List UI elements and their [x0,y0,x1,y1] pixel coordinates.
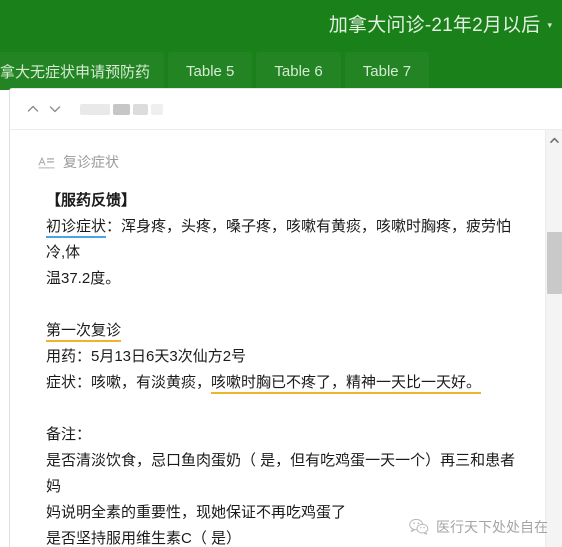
window-header: 加拿大问诊-21年2月以后 ▾ [0,0,562,46]
tab-table-5[interactable]: Table 5 [168,52,253,90]
tab-table-7[interactable]: Table 7 [344,52,430,90]
text-field-icon [38,155,55,170]
scroll-up-button[interactable] [546,130,562,150]
field-label: 复诊症状 [63,154,119,170]
record-line-prescription: 用药：5月13日6天3次仙方2号 [46,348,247,365]
tab-canada-asymptomatic[interactable]: 拿大无症状申请预防药 [0,52,165,90]
record-line-initial-symptoms: 初诊症状：浑身疼，头疼，嗓子疼，咳嗽有黄痰，咳嗽时胸疼，疲劳怕冷,体 [38,214,522,266]
record-line-followup-symptoms: 症状：咳嗽，有淡黄痰，咳嗽时胸已不疼了，精神一天比一天好。 [38,370,522,396]
followup-symptoms-prefix: 症状：咳嗽，有淡黄痰， [46,374,212,391]
redaction-block [113,103,130,115]
field-header-followup-symptoms: 复诊症状 [38,152,522,172]
redaction-block [151,103,163,115]
chevron-up-icon[interactable] [22,98,44,120]
redaction-block [80,103,110,115]
watermark-text: 医行天下处处自在 [436,519,548,535]
tab-bar: 拿大无症状申请预防药 Table 5 Table 6 Table 7 [0,46,562,90]
chevron-down-icon[interactable] [44,98,66,120]
tab-table-6[interactable]: Table 6 [256,52,341,90]
app-root: 加拿大问诊-21年2月以后 ▾ 拿大无症状申请预防药 Table 5 Table… [0,0,562,547]
redacted-record-title [80,103,163,115]
record-line-remarks-label: 备注： [46,426,92,443]
record-toolbar [10,89,562,130]
scrollbar-thumb[interactable] [547,232,562,294]
vertical-scrollbar[interactable] [545,130,562,547]
record-line-temperature: 温37.2度。 [46,270,121,287]
record-line-first-followup: 第一次复诊 [38,318,522,344]
followup-symptoms-highlight: 咳嗽时胸已不疼了，精神一天比一天好。 [211,374,482,394]
first-followup-label: 第一次复诊 [46,322,122,342]
watermark: 医行天下处处自在 [409,517,548,537]
record-body: 复诊症状 【服药反馈】 初诊症状：浑身疼，头疼，嗓子疼，咳嗽有黄痰，咳嗽时胸疼，… [10,130,562,547]
header-title-dropdown[interactable]: 加拿大问诊-21年2月以后 ▾ [329,10,562,37]
page-title: 加拿大问诊-21年2月以后 [328,14,541,36]
initial-symptoms-text: ：浑身疼，头疼，嗓子疼，咳嗽有黄痰，咳嗽时胸疼，疲劳怕冷,体 [46,218,512,261]
redaction-block [133,103,148,115]
chevron-down-icon: ▾ [547,19,552,30]
wechat-icon [409,518,429,536]
initial-symptoms-label: 初诊症状 [46,218,107,238]
record-card: 复诊症状 【服药反馈】 初诊症状：浑身疼，头疼，嗓子疼，咳嗽有黄痰，咳嗽时胸疼，… [9,88,562,547]
record-line-medication-feedback: 【服药反馈】 [46,192,137,209]
record-line-remarks-1: 是否清淡饮食，忌口鱼肉蛋奶（ 是，但有吃鸡蛋一天一个）再三和患者妈 [46,452,516,495]
scrollbar-track[interactable] [546,150,562,547]
